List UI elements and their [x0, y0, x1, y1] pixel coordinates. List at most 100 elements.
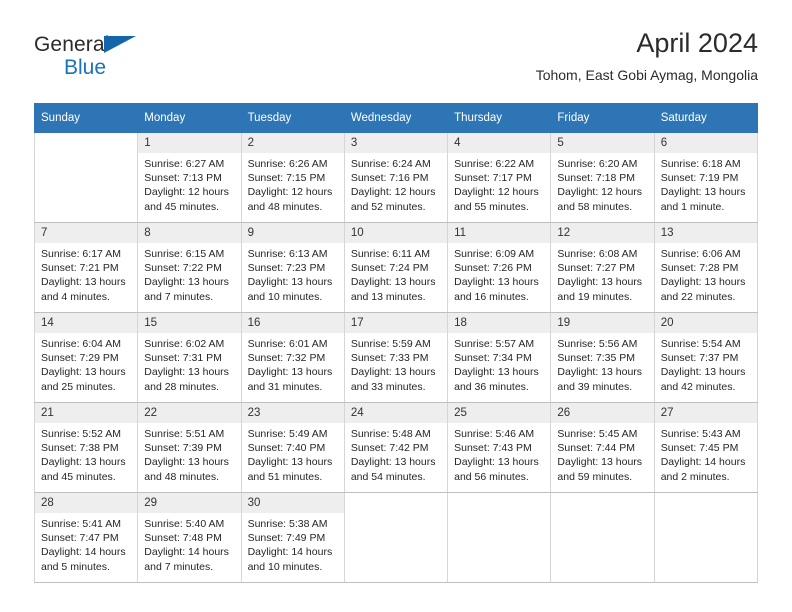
- day-details: Sunrise: 6:13 AM Sunset: 7:23 PM Daylight:…: [242, 243, 344, 304]
- sunrise-text: Sunrise: 6:02 AM: [144, 338, 225, 350]
- calendar-day-cell[interactable]: 18 Sunrise: 5:57 AM Sunset: 7:34 PM Dayligh…: [447, 312, 552, 403]
- calendar-day-cell[interactable]: 12 Sunrise: 6:08 AM Sunset: 7:27 PM Dayligh…: [550, 222, 655, 313]
- calendar-day-cell[interactable]: 3 Sunrise: 6:24 AM Sunset: 7:16 PM Daylight…: [343, 132, 449, 223]
- sunrise-text: Sunrise: 5:46 AM: [454, 428, 535, 440]
- sunset-text: Sunset: 7:34 PM: [454, 352, 532, 365]
- calendar-day-cell[interactable]: 5 Sunrise: 6:20 AM Sunset: 7:18 PM Daylight…: [550, 132, 655, 223]
- day-number: 29: [138, 493, 241, 513]
- day-details: Sunrise: 5:51 AM Sunset: 7:39 PM Daylight:…: [138, 423, 240, 484]
- calendar-day-cell[interactable]: 9 Sunrise: 6:13 AM Sunset: 7:23 PM Daylight…: [240, 222, 345, 313]
- calendar-day-cell-empty: [653, 492, 759, 583]
- calendar-day-cell[interactable]: 8 Sunrise: 6:15 AM Sunset: 7:22 PM Daylight…: [137, 222, 242, 313]
- day-details: Sunrise: 6:26 AM Sunset: 7:15 PM Daylight:…: [242, 153, 344, 214]
- calendar-day-cell[interactable]: 27 Sunrise: 5:43 AM Sunset: 7:45 PM Dayligh…: [653, 402, 759, 493]
- calendar-day-cell[interactable]: 7 Sunrise: 6:17 AM Sunset: 7:21 PM Daylight…: [33, 222, 139, 313]
- sunrise-text: Sunrise: 6:20 AM: [557, 158, 638, 170]
- sunrise-text: Sunrise: 6:22 AM: [454, 158, 535, 170]
- sunrise-text: Sunrise: 6:27 AM: [144, 158, 225, 170]
- day-number: [551, 493, 654, 513]
- day-details: Sunrise: 5:57 AM Sunset: 7:34 PM Daylight:…: [448, 333, 550, 394]
- day-details: Sunrise: 5:49 AM Sunset: 7:40 PM Daylight:…: [242, 423, 344, 484]
- day-number: 16: [241, 313, 344, 333]
- calendar-day-cell[interactable]: 29 Sunrise: 5:40 AM Sunset: 7:48 PM Dayligh…: [137, 492, 242, 583]
- calendar-day-cell[interactable]: 6 Sunrise: 6:18 AM Sunset: 7:19 PM Daylight…: [653, 132, 759, 223]
- calendar-day-cell[interactable]: 23 Sunrise: 5:49 AM Sunset: 7:40 PM Dayligh…: [240, 402, 345, 493]
- calendar-week-row: 1 Sunrise: 6:27 AM Sunset: 7:13 PM Daylight…: [33, 132, 759, 223]
- day-number: 13: [654, 223, 757, 243]
- sunrise-text: Sunrise: 5:45 AM: [557, 428, 638, 440]
- calendar-day-cell[interactable]: 15 Sunrise: 6:02 AM Sunset: 7:31 PM Dayligh…: [137, 312, 242, 403]
- day-number: [448, 493, 551, 513]
- calendar-day-cell[interactable]: 20 Sunrise: 5:54 AM Sunset: 7:37 PM Dayligh…: [653, 312, 759, 403]
- brand-triangle-icon: [104, 36, 136, 53]
- day-details: Sunrise: 6:27 AM Sunset: 7:13 PM Daylight:…: [138, 153, 240, 214]
- daylight-text: Daylight: 13 hours and 42 minutes.: [660, 366, 746, 393]
- calendar-day-cell[interactable]: 2 Sunrise: 6:26 AM Sunset: 7:15 PM Daylight…: [240, 132, 345, 223]
- sunrise-text: Sunrise: 5:52 AM: [41, 428, 121, 440]
- calendar-day-cell[interactable]: 28 Sunrise: 5:41 AM Sunset: 7:47 PM Dayligh…: [33, 492, 139, 583]
- daylight-text: Daylight: 14 hours and 7 minutes.: [144, 546, 229, 573]
- calendar-day-cell[interactable]: 17 Sunrise: 5:59 AM Sunset: 7:33 PM Dayligh…: [343, 312, 449, 403]
- day-number: 17: [344, 313, 448, 333]
- sunset-text: Sunset: 7:28 PM: [660, 262, 739, 275]
- daylight-text: Daylight: 13 hours and 13 minutes.: [350, 276, 436, 303]
- page-subtitle: Tohom, East Gobi Aymag, Mongolia: [535, 67, 758, 84]
- sunrise-text: Sunrise: 6:09 AM: [454, 248, 535, 260]
- brand-logo[interactable]: General Blue: [34, 34, 136, 79]
- day-number: 8: [138, 223, 241, 243]
- daylight-text: Daylight: 13 hours and 25 minutes.: [41, 366, 126, 393]
- sunset-text: Sunset: 7:33 PM: [350, 352, 429, 365]
- calendar-day-cell[interactable]: 26 Sunrise: 5:45 AM Sunset: 7:44 PM Dayligh…: [550, 402, 655, 493]
- sunset-text: Sunset: 7:15 PM: [247, 172, 326, 185]
- calendar-day-cell[interactable]: 22 Sunrise: 5:51 AM Sunset: 7:39 PM Dayligh…: [137, 402, 242, 493]
- calendar-day-cell[interactable]: 24 Sunrise: 5:48 AM Sunset: 7:42 PM Dayligh…: [343, 402, 449, 493]
- calendar-day-cell[interactable]: 10 Sunrise: 6:11 AM Sunset: 7:24 PM Dayligh…: [343, 222, 449, 313]
- calendar-day-cell[interactable]: 25 Sunrise: 5:46 AM Sunset: 7:43 PM Dayligh…: [447, 402, 552, 493]
- weekday-header-wednesday: Wednesday: [343, 103, 449, 133]
- day-details: Sunrise: 5:52 AM Sunset: 7:38 PM Daylight:…: [35, 423, 137, 484]
- calendar-day-cell[interactable]: 14 Sunrise: 6:04 AM Sunset: 7:29 PM Dayligh…: [33, 312, 139, 403]
- sunrise-text: Sunrise: 5:57 AM: [454, 338, 535, 350]
- day-number: 7: [35, 223, 138, 243]
- daylight-text: Daylight: 12 hours and 45 minutes.: [144, 186, 229, 213]
- calendar-day-cell-empty: [550, 492, 655, 583]
- sunrise-text: Sunrise: 6:18 AM: [660, 158, 741, 170]
- day-number: 10: [344, 223, 448, 243]
- sunset-text: Sunset: 7:22 PM: [144, 262, 222, 275]
- day-details: Sunrise: 5:59 AM Sunset: 7:33 PM Daylight:…: [345, 333, 447, 394]
- calendar-day-cell[interactable]: 30 Sunrise: 5:38 AM Sunset: 7:49 PM Dayligh…: [240, 492, 345, 583]
- day-details: Sunrise: 5:56 AM Sunset: 7:35 PM Daylight:…: [551, 333, 653, 394]
- sunset-text: Sunset: 7:29 PM: [41, 352, 119, 365]
- day-number: 23: [241, 403, 344, 423]
- daylight-text: Daylight: 12 hours and 55 minutes.: [454, 186, 539, 213]
- daylight-text: Daylight: 13 hours and 48 minutes.: [144, 456, 229, 483]
- day-number: 4: [448, 133, 551, 153]
- sunset-text: Sunset: 7:26 PM: [454, 262, 532, 275]
- day-number: 2: [241, 133, 344, 153]
- daylight-text: Daylight: 13 hours and 54 minutes.: [350, 456, 436, 483]
- calendar-day-cell[interactable]: 1 Sunrise: 6:27 AM Sunset: 7:13 PM Daylight…: [137, 132, 242, 223]
- calendar-day-cell[interactable]: 4 Sunrise: 6:22 AM Sunset: 7:17 PM Daylight…: [447, 132, 552, 223]
- calendar-week-row: 28 Sunrise: 5:41 AM Sunset: 7:47 PM Dayligh…: [33, 492, 759, 583]
- calendar-day-cell[interactable]: 21 Sunrise: 5:52 AM Sunset: 7:38 PM Dayligh…: [33, 402, 139, 493]
- calendar-day-cell[interactable]: 11 Sunrise: 6:09 AM Sunset: 7:26 PM Dayligh…: [447, 222, 552, 313]
- sunset-text: Sunset: 7:31 PM: [144, 352, 222, 365]
- brand-name-blue: Blue: [64, 56, 107, 79]
- calendar-day-cell-empty: [33, 132, 139, 223]
- calendar-day-cell[interactable]: 19 Sunrise: 5:56 AM Sunset: 7:35 PM Dayligh…: [550, 312, 655, 403]
- page-title: April 2024: [636, 28, 758, 58]
- calendar-day-cell[interactable]: 13 Sunrise: 6:06 AM Sunset: 7:28 PM Dayligh…: [653, 222, 759, 313]
- sunrise-text: Sunrise: 5:49 AM: [247, 428, 328, 440]
- sunrise-text: Sunrise: 6:01 AM: [247, 338, 328, 350]
- sunrise-text: Sunrise: 5:59 AM: [350, 338, 431, 350]
- daylight-text: Daylight: 13 hours and 31 minutes.: [247, 366, 333, 393]
- weekday-header-sunday: Sunday: [33, 103, 139, 133]
- sunrise-text: Sunrise: 6:24 AM: [350, 158, 431, 170]
- day-details: Sunrise: 5:41 AM Sunset: 7:47 PM Daylight:…: [35, 513, 137, 574]
- day-details: Sunrise: 5:54 AM Sunset: 7:37 PM Daylight:…: [655, 333, 757, 394]
- day-number: 25: [448, 403, 551, 423]
- day-details: Sunrise: 6:11 AM Sunset: 7:24 PM Daylight:…: [345, 243, 447, 304]
- calendar-day-cell[interactable]: 16 Sunrise: 6:01 AM Sunset: 7:32 PM Dayligh…: [240, 312, 345, 403]
- day-details: Sunrise: 6:04 AM Sunset: 7:29 PM Daylight:…: [35, 333, 137, 394]
- weekday-header-friday: Friday: [550, 103, 655, 133]
